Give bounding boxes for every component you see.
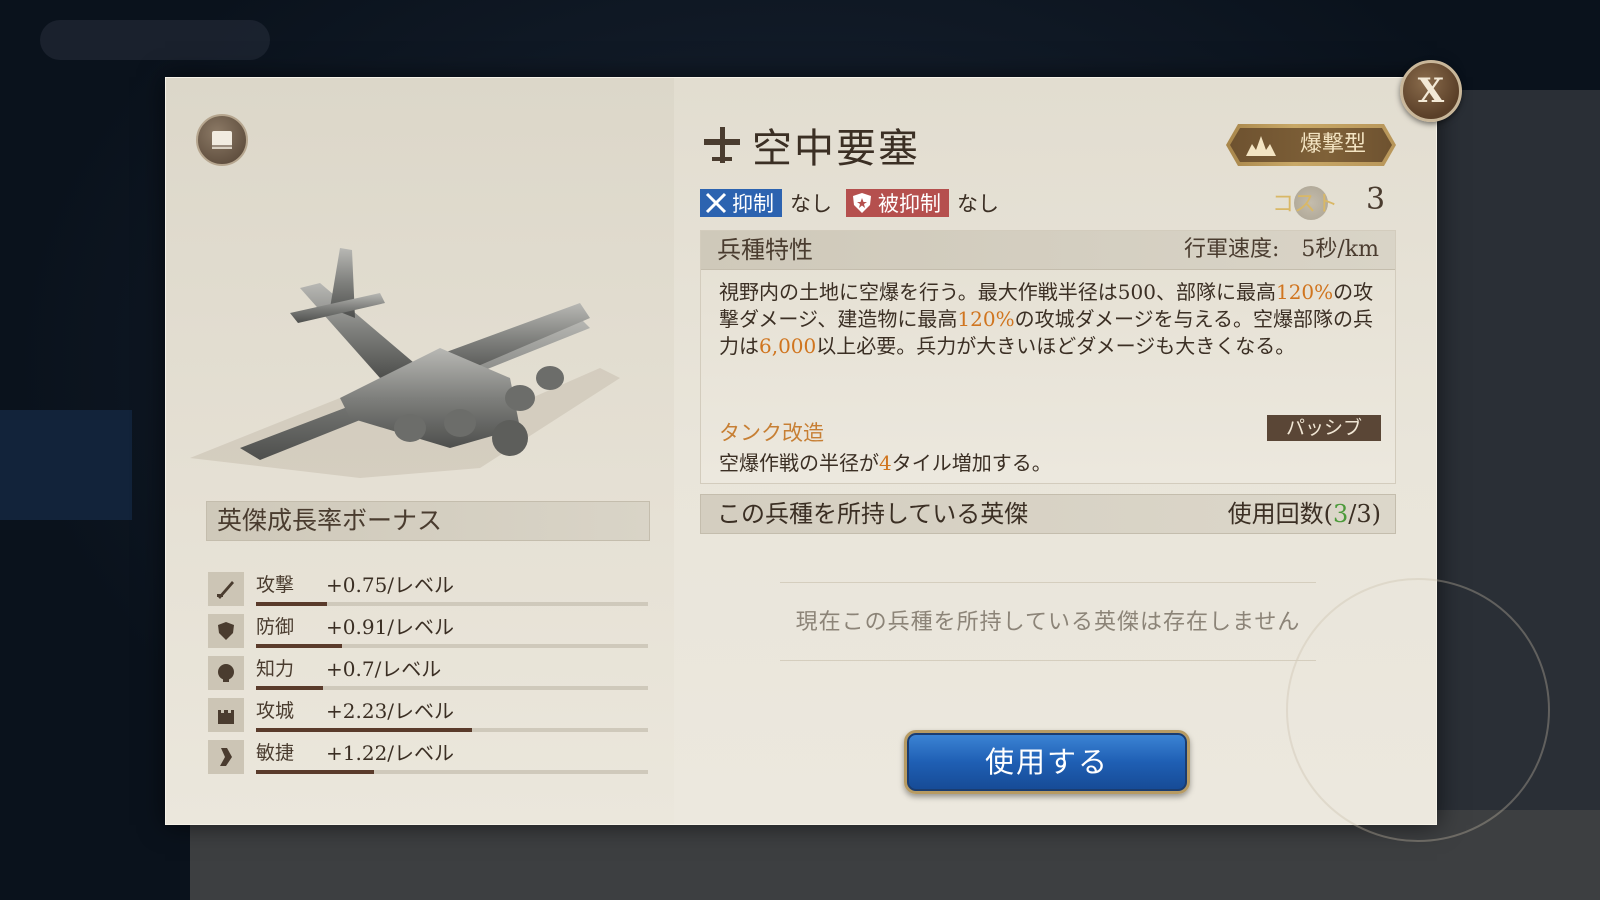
stat-bar <box>256 602 648 606</box>
stat-bar <box>256 686 648 690</box>
divider <box>780 582 1316 583</box>
shield-icon <box>208 614 244 648</box>
trait-title: 兵種特性 <box>717 236 813 264</box>
cost-label: コスト <box>1272 192 1339 217</box>
unit-type-label: 爆撃型 <box>1300 132 1367 157</box>
growth-bonus-header: 英傑成長率ボーナス <box>206 501 650 541</box>
growth-stat-row: 攻城 +2.23/レベル <box>208 698 648 734</box>
stat-bar-fill <box>256 602 327 606</box>
suppress-tag: 抑制 <box>700 189 782 217</box>
stat-bar-fill <box>256 686 323 690</box>
stat-bar <box>256 728 648 732</box>
stat-value: +2.23/レベル <box>326 699 455 723</box>
book-icon <box>212 131 232 149</box>
stat-bar <box>256 644 648 648</box>
skill-name: タンク改造 <box>719 421 824 445</box>
stat-label: 攻撃 <box>256 574 295 596</box>
suppressed-tag: 被抑制 <box>846 189 949 217</box>
boot-icon <box>208 740 244 774</box>
sword-icon <box>208 572 244 606</box>
march-speed: 行軍速度: 5秒/km <box>1183 237 1379 262</box>
growth-stat-row: 知力 +0.7/レベル <box>208 656 648 692</box>
stat-label: 知力 <box>256 658 295 680</box>
explosion-icon <box>1244 132 1278 158</box>
stat-label: 攻城 <box>256 700 295 722</box>
counter-row: 抑制 なし 被抑制 なし <box>700 188 1013 218</box>
stat-label: 防御 <box>256 616 295 638</box>
usage-count: 使用回数(3/3) <box>1227 500 1381 528</box>
cost-value: 3 <box>1366 182 1386 217</box>
stat-bar-fill <box>256 644 343 648</box>
growth-stat-row: 防御 +0.91/レベル <box>208 614 648 650</box>
stat-bar <box>256 770 648 774</box>
stat-label: 敏捷 <box>256 742 295 764</box>
divider <box>780 660 1316 661</box>
castle-icon <box>208 698 244 732</box>
unit-trait-panel[interactable]: 兵種特性 行軍速度: 5秒/km 視野内の土地に空爆を行う。最大作戦半径は500… <box>700 230 1396 484</box>
bomber-aircraft-image <box>190 248 620 478</box>
crossed-swords-icon <box>705 192 727 214</box>
hero-list-empty: 現在この兵種を所持している英傑は存在しません <box>700 578 1396 678</box>
suppress-label: 抑制 <box>732 192 774 216</box>
stat-bar-fill <box>256 770 374 774</box>
skill-description: 空爆作戦の半径が4タイル増加する。 <box>719 451 1052 475</box>
unit-title-row: 空中要塞 <box>700 118 920 172</box>
empty-message: 現在この兵種を所持している英傑は存在しません <box>795 610 1301 635</box>
unit-type-badge: 爆撃型 <box>1226 124 1396 166</box>
shield-icon <box>853 193 871 213</box>
suppressed-label: 被抑制 <box>878 192 941 216</box>
passive-tag: パッシブ <box>1267 415 1381 441</box>
hero-owner-title: この兵種を所持している英傑 <box>717 500 1029 528</box>
stat-value: +0.75/レベル <box>326 573 455 597</box>
head-icon <box>208 656 244 690</box>
background-hud-top <box>40 20 270 60</box>
plane-silhouette-icon <box>704 127 740 163</box>
stat-value: +0.91/レベル <box>326 615 455 639</box>
stat-bar-fill <box>256 728 472 732</box>
suppress-value: なし <box>790 192 832 216</box>
close-button[interactable]: X <box>1400 60 1462 122</box>
trait-header: 兵種特性 行軍速度: 5秒/km <box>701 231 1395 270</box>
stat-value: +0.7/レベル <box>326 657 442 681</box>
hero-owner-header: この兵種を所持している英傑 使用回数(3/3) <box>700 494 1396 534</box>
suppressed-value: なし <box>957 192 999 216</box>
encyclopedia-button[interactable] <box>196 114 248 166</box>
use-button[interactable]: 使用する <box>904 730 1190 794</box>
growth-stat-row: 敏捷 +1.22/レベル <box>208 740 648 776</box>
unit-type-dialog: 英傑成長率ボーナス 攻撃 +0.75/レベル防御 +0.91/レベル知力 +0.7/レ… <box>165 77 1550 842</box>
unit-title: 空中要塞 <box>752 126 920 172</box>
stat-value: +1.22/レベル <box>326 741 455 765</box>
trait-description: 視野内の土地に空爆を行う。最大作戦半径は500、部隊に最高120%の攻撃ダメージ… <box>719 280 1374 358</box>
background-sidebar-highlight <box>0 410 132 520</box>
growth-stat-row: 攻撃 +0.75/レベル <box>208 572 648 608</box>
